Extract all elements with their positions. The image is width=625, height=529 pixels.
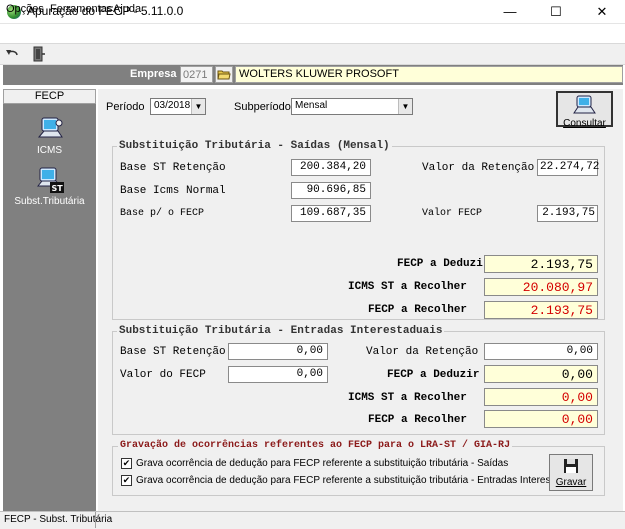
sidebar-header: FECP [3,89,96,104]
menu-opcoes[interactable]: Opções [6,3,44,15]
entradas-valor-retencao-field[interactable]: 0,00 [484,343,598,360]
checkbox-saidas-label: Grava ocorrência de dedução para FECP re… [136,458,509,469]
saidas-valor-retencao-field[interactable]: 22.274,72 [537,159,599,176]
sidebar-item-icms[interactable]: ICMS [3,145,96,156]
exit-door-icon[interactable] [30,45,48,63]
consultar-label: Consultar [563,118,606,129]
checkbox-entradas-label: Grava ocorrência de dedução para FECP re… [136,475,583,486]
saidas-base-icms-field[interactable]: 90.696,85 [291,182,371,199]
monitor-icon [572,95,596,114]
entradas-icms-st-label: ICMS ST a Recolher [348,392,467,404]
maximize-button[interactable]: ☐ [533,0,579,24]
entradas-title: Substituição Tributária - Entradas Inter… [117,325,445,337]
saidas-base-st-field[interactable]: 200.384,20 [291,159,371,176]
saidas-icms-st-label: ICMS ST a Recolher [348,281,467,293]
monitor-icon[interactable] [36,115,66,143]
undo-arrow-icon[interactable] [3,45,21,63]
saidas-fecp-deduzir-label: FECP a Deduzir [397,258,490,270]
saidas-base-fecp-label: Base p/ o FECP [120,208,205,219]
svg-text:ST: ST [52,184,64,193]
toolbar [0,43,625,65]
entradas-icms-st-field[interactable]: 0,00 [484,388,598,406]
entradas-base-st-label: Base ST Retenção [120,346,226,358]
subperiodo-value: Mensal [295,100,328,111]
entradas-base-st-field[interactable]: 0,00 [228,343,328,360]
saidas-base-st-label: Base ST Retenção [120,162,226,174]
empresa-code-field[interactable]: 0271 [180,66,213,83]
saidas-fecp-deduzir-field[interactable]: 2.193,75 [484,255,598,273]
gravacao-title: Gravação de ocorrências referentes ao FE… [118,440,513,451]
empresa-label: Empresa [130,68,177,80]
close-button[interactable]: ✕ [579,0,625,24]
chevron-down-icon: ▼ [191,99,205,114]
checkbox-entradas[interactable]: ✔ [121,475,132,486]
saidas-valor-fecp-field[interactable]: 2.193,75 [537,205,598,222]
subperiodo-select[interactable]: Mensal ▼ [291,98,413,115]
entradas-fecp-recolher-field[interactable]: 0,00 [484,410,598,428]
gravar-button[interactable]: Gravar [549,454,593,491]
saidas-title: Substituição Tributária - Saídas (Mensal… [117,140,392,152]
periodo-label: Período [106,101,145,113]
menu-ajuda[interactable]: Ajuda [113,3,141,15]
status-divider [95,512,96,528]
sidebar-item-subst-tributaria[interactable]: Subst.Tributária [3,196,96,207]
entradas-fecp-deduzir-field[interactable]: 0,00 [484,365,598,383]
consultar-button[interactable]: Consultar [556,91,613,129]
saidas-icms-st-field[interactable]: 20.080,97 [484,278,598,296]
monitor-st-icon[interactable]: ST [36,166,66,194]
periodo-select[interactable]: 03/2018 ▼ [150,98,206,115]
floppy-disk-icon [564,459,578,473]
open-folder-icon[interactable] [215,66,233,83]
checkbox-saidas[interactable]: ✔ [121,458,132,469]
saidas-fecp-recolher-field[interactable]: 2.193,75 [484,301,598,319]
empresa-name-field[interactable]: WOLTERS KLUWER PROSOFT [235,66,623,83]
saidas-fecp-recolher-label: FECP a Recolher [368,304,468,316]
menu-bar [0,24,625,43]
entradas-valor-fecp-label: Valor do FECP [120,369,206,381]
saidas-base-icms-label: Base Icms Normal [120,185,226,197]
gravacao-group [112,446,605,496]
gravar-label: Gravar [555,477,587,488]
saidas-valor-fecp-label: Valor FECP [422,208,483,219]
saidas-valor-retencao-label: Valor da Retenção [422,162,535,174]
entradas-fecp-deduzir-label: FECP a Deduzir [387,369,480,381]
entradas-fecp-recolher-label: FECP a Recolher [368,414,468,426]
menu-ferramentas[interactable]: Ferramentas [50,3,112,15]
subperiodo-label: Subperíodo [234,101,291,113]
chevron-down-icon: ▼ [398,99,412,114]
entradas-valor-fecp-field[interactable]: 0,00 [228,366,328,383]
saidas-base-fecp-field[interactable]: 109.687,35 [291,205,371,222]
minimize-button[interactable]: — [487,0,533,24]
periodo-value: 03/2018 [154,100,191,111]
entradas-valor-retencao-label: Valor da Retenção [366,346,479,358]
